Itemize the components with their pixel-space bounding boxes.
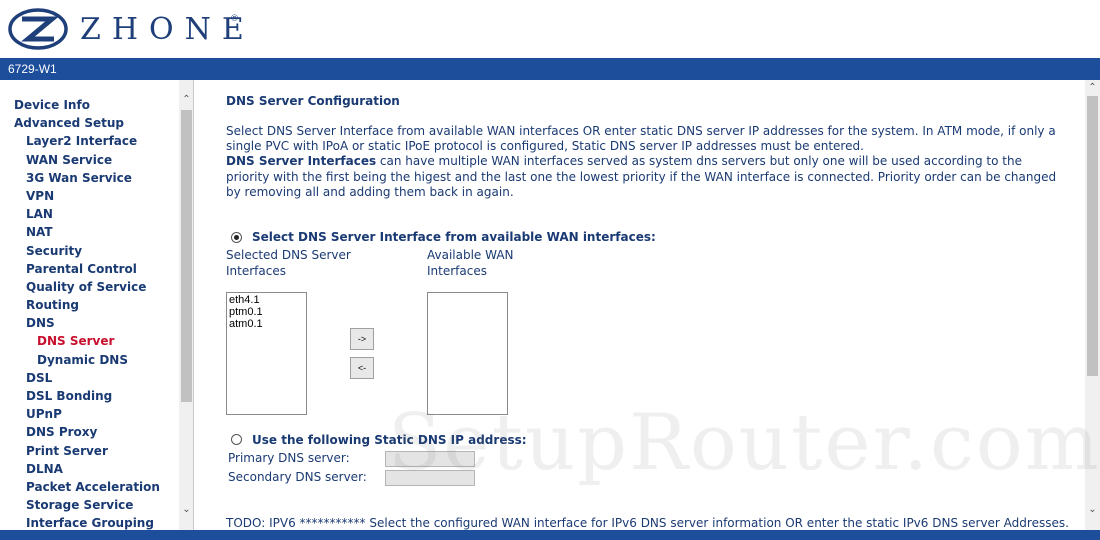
sidebar-item-dsl[interactable]: DSL [0, 369, 180, 387]
sidebar-item-dsl-bonding[interactable]: DSL Bonding [0, 387, 180, 405]
secondary-dns-label: Secondary DNS server: [228, 470, 367, 484]
sidebar-item-vpn[interactable]: VPN [0, 187, 180, 205]
zhone-logo-icon [8, 8, 68, 50]
scroll-up-arrow-icon[interactable]: ⌃ [1085, 80, 1100, 96]
sidebar-item-dynamic-dns[interactable]: Dynamic DNS [0, 351, 180, 369]
page-title: DNS Server Configuration [226, 94, 400, 108]
sidebar-item-parental-control[interactable]: Parental Control [0, 260, 180, 278]
wan-interface-radio-label: Select DNS Server Interface from availab… [252, 230, 656, 244]
header: ZHONE ® [0, 0, 1100, 58]
sidebar-scrollbar[interactable]: ⌃ ⌄ [179, 80, 193, 530]
secondary-dns-input[interactable] [385, 470, 475, 486]
interface-option[interactable]: eth4.1 [229, 294, 304, 306]
primary-dns-input[interactable] [385, 451, 475, 467]
sidebar-item-security[interactable]: Security [0, 242, 180, 260]
sidebar-item-dlna[interactable]: DLNA [0, 460, 180, 478]
sidebar-item-wan-service[interactable]: WAN Service [0, 151, 180, 169]
sidebar-item-interface-grouping[interactable]: Interface Grouping [0, 514, 180, 530]
available-interfaces-label: Available WAN Interfaces [427, 248, 514, 278]
description-bold: DNS Server Interfaces [226, 154, 377, 169]
ipv6-todo-note: TODO: IPV6 *********** Select the config… [226, 516, 1069, 530]
selected-interfaces-list[interactable]: eth4.1 ptm0.1 atm0.1 [226, 292, 307, 415]
selected-interfaces-label: Selected DNS Server Interfaces [226, 248, 351, 278]
sidebar-item-dns-proxy[interactable]: DNS Proxy [0, 423, 180, 441]
sidebar-item-3g-wan-service[interactable]: 3G Wan Service [0, 169, 180, 187]
sidebar-item-device-info[interactable]: Device Info [0, 96, 180, 114]
static-dns-radio-label: Use the following Static DNS IP address: [252, 433, 527, 447]
wan-interface-radio[interactable] [231, 232, 242, 243]
trademark-symbol: ® [230, 14, 239, 24]
sidebar-item-dns-server[interactable]: DNS Server [0, 332, 180, 350]
main-scrollbar[interactable]: ⌃ ⌄ [1085, 80, 1100, 530]
main-content: DNS Server Configuration Select DNS Serv… [195, 80, 1085, 530]
sidebar-item-advanced-setup[interactable]: Advanced Setup [0, 114, 180, 132]
add-interface-button[interactable]: -> [350, 328, 374, 350]
main-scroll-thumb[interactable] [1087, 96, 1098, 376]
sidebar-item-print-server[interactable]: Print Server [0, 442, 180, 460]
remove-interface-button[interactable]: <- [350, 357, 374, 379]
available-interfaces-list[interactable] [427, 292, 508, 415]
sidebar-item-routing[interactable]: Routing [0, 296, 180, 314]
scroll-down-arrow-icon[interactable]: ⌄ [179, 502, 193, 518]
description-intro: Select DNS Server Interface from availab… [226, 124, 1056, 154]
scroll-up-arrow-icon[interactable]: ⌃ [179, 92, 193, 108]
sidebar-nav: Device Info Advanced Setup Layer2 Interfac… [0, 80, 194, 530]
interface-option[interactable]: atm0.1 [229, 318, 304, 330]
description: Select DNS Server Interface from availab… [226, 124, 1066, 200]
sidebar-item-layer2-interface[interactable]: Layer2 Interface [0, 132, 180, 150]
sidebar-item-nat[interactable]: NAT [0, 223, 180, 241]
static-dns-radio[interactable] [231, 434, 242, 445]
primary-dns-label: Primary DNS server: [228, 451, 350, 465]
sidebar-item-storage-service[interactable]: Storage Service [0, 496, 180, 514]
scroll-down-arrow-icon[interactable]: ⌄ [1085, 502, 1100, 518]
footer-bar [0, 530, 1100, 540]
sidebar-item-dns[interactable]: DNS [0, 314, 180, 332]
model-bar: 6729-W1 [0, 58, 1100, 80]
interface-option[interactable]: ptm0.1 [229, 306, 304, 318]
model-number: 6729-W1 [8, 62, 57, 76]
sidebar-item-lan[interactable]: LAN [0, 205, 180, 223]
brand-name: ZHONE [80, 12, 255, 47]
sidebar-item-packet-acceleration[interactable]: Packet Acceleration [0, 478, 180, 496]
sidebar-item-upnp[interactable]: UPnP [0, 405, 180, 423]
nav-list: Device Info Advanced Setup Layer2 Interfac… [0, 96, 180, 530]
sidebar-item-quality-of-service[interactable]: Quality of Service [0, 278, 180, 296]
sidebar-scroll-thumb[interactable] [181, 110, 192, 402]
